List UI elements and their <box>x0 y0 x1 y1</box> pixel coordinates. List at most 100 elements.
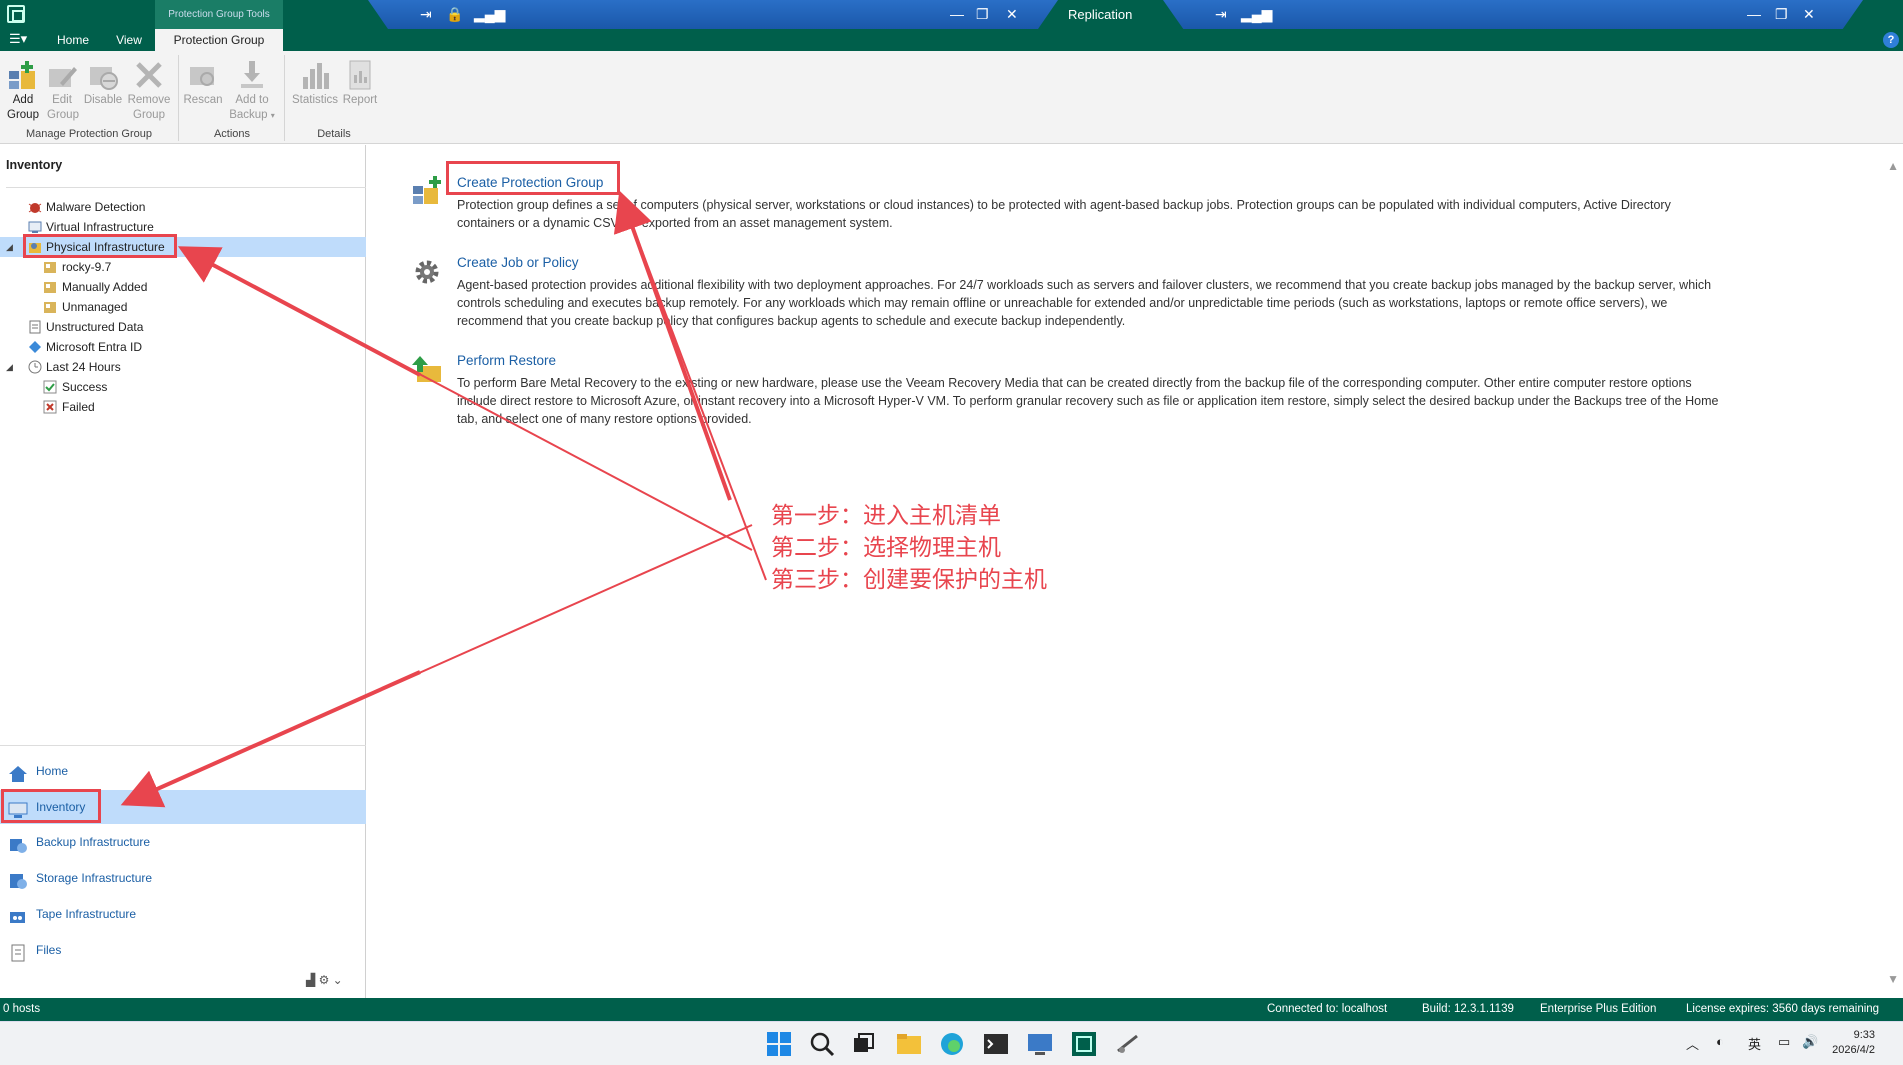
nav-home[interactable]: Home <box>0 754 366 788</box>
restore-icon[interactable]: ❐ <box>976 6 989 22</box>
gear-icon <box>411 256 443 288</box>
remote-session-bar-2: ⇥ ▂▄▆ — ❐ ✕ <box>1163 0 1863 30</box>
windows-taskbar: ︿ ◐ 英 ▭ 🔊 9:33 2026/4/2 <box>0 1021 1903 1065</box>
nav-backup-infrastructure[interactable]: Backup Infrastructure <box>0 825 366 859</box>
remote-desktop-icon[interactable] <box>1027 1031 1053 1057</box>
nav-tape-infrastructure[interactable]: Tape Infrastructure <box>0 897 366 931</box>
ribbon-group-separator <box>284 55 285 141</box>
edge-browser-icon[interactable] <box>939 1031 965 1057</box>
rescan-button[interactable]: Rescan <box>182 59 224 108</box>
start-icon[interactable] <box>766 1031 792 1057</box>
terminal-icon[interactable] <box>983 1031 1009 1057</box>
hosts-count: 0 hosts <box>3 1003 41 1015</box>
perform-restore-link[interactable]: Perform Restore <box>457 353 556 368</box>
ribbon-tab-row: ☰▾ Home View Protection Group ? <box>0 29 1903 51</box>
minimize-icon[interactable]: — <box>950 6 964 22</box>
edit-group-button[interactable]: Edit Group <box>43 59 81 123</box>
create-job-or-policy-link[interactable]: Create Job or Policy <box>457 255 579 270</box>
tree-item-success[interactable]: Success <box>0 377 366 397</box>
search-icon[interactable] <box>809 1031 835 1057</box>
tray-overflow-icon[interactable]: ︿ <box>1686 1034 1699 1053</box>
tree-item-unmanaged[interactable]: Unmanaged <box>0 297 366 317</box>
volume-icon[interactable]: 🔊 <box>1802 1034 1818 1050</box>
tree-item-failed[interactable]: Failed <box>0 397 366 417</box>
main-menu-icon[interactable]: ☰▾ <box>9 31 27 47</box>
nav-options-icon[interactable]: ▟ ⚙ ⌄ <box>306 973 343 987</box>
group-label-details: Details <box>317 128 351 140</box>
tree-item-manually-added[interactable]: Manually Added <box>0 277 366 297</box>
signal-icon: ▂▄▆ <box>474 6 506 22</box>
add-to-backup-icon <box>236 59 268 91</box>
section-create-job-or-policy: Create Job or Policy Agent-based protect… <box>367 250 1747 340</box>
remote-session-bar: ⇥ 🔒 ▂▄▆ — ❐ ✕ <box>368 0 1058 30</box>
help-icon[interactable]: ? <box>1883 32 1899 48</box>
annotation-step-2: 第二步：选择物理主机 <box>771 535 1001 561</box>
pin-icon[interactable]: ⇥ <box>1215 6 1227 22</box>
minimize-icon[interactable]: — <box>1747 6 1761 22</box>
restore-icon <box>411 354 443 386</box>
tree-item-entra-id[interactable]: Microsoft Entra ID <box>0 337 366 357</box>
veeam-app-icon[interactable] <box>7 5 25 23</box>
network-status-icon[interactable]: ◐ <box>1716 1034 1724 1049</box>
restore-icon[interactable]: ❐ <box>1775 6 1788 22</box>
group-label-manage: Manage Protection Group <box>26 128 152 140</box>
connection-status: Connected to: localhost <box>1267 1003 1388 1015</box>
tree-item-unstructured-data[interactable]: Unstructured Data <box>0 317 366 337</box>
failed-icon <box>43 400 57 414</box>
protection-group-icon <box>43 260 57 274</box>
report-icon <box>344 59 376 91</box>
veeam-taskbar-icon[interactable] <box>1071 1031 1097 1057</box>
collapse-arrow-icon[interactable]: ◢ <box>6 357 13 377</box>
section-description: Agent-based protection provides addition… <box>457 278 1712 328</box>
tree-item-rocky[interactable]: rocky-9.7 <box>0 257 366 277</box>
success-icon <box>43 380 57 394</box>
nav-files[interactable]: Files <box>0 933 366 967</box>
rescan-icon <box>187 59 219 91</box>
section-description: To perform Bare Metal Recovery to the ex… <box>457 376 1719 426</box>
close-icon[interactable]: ✕ <box>1006 6 1018 22</box>
snipping-tool-icon[interactable] <box>1115 1031 1141 1057</box>
disable-icon <box>87 59 119 91</box>
tab-protection-group[interactable]: Protection Group <box>155 29 283 51</box>
clock-date: 2026/4/2 <box>1832 1044 1875 1056</box>
collapse-arrow-icon[interactable]: ◢ <box>6 237 13 257</box>
pin-icon[interactable]: ⇥ <box>420 6 432 22</box>
task-view-icon[interactable] <box>851 1031 877 1057</box>
statistics-button[interactable]: Statistics <box>290 59 340 108</box>
backup-infrastructure-icon <box>8 833 28 853</box>
files-icon <box>8 941 28 962</box>
entra-id-icon <box>28 340 42 354</box>
remove-group-button[interactable]: Remove Group <box>127 59 171 123</box>
replication-window-title: Replication <box>1068 7 1133 22</box>
add-to-backup-button[interactable]: Add to Backup ▾ <box>226 59 278 123</box>
storage-infrastructure-icon <box>8 869 28 889</box>
tree-item-malware-detection[interactable]: Malware Detection <box>0 197 366 217</box>
statistics-icon <box>299 59 331 91</box>
add-group-button[interactable]: Add Group <box>4 59 42 123</box>
ime-indicator[interactable]: 英 <box>1748 1034 1761 1053</box>
clock-icon <box>28 360 42 374</box>
signal-icon: ▂▄▆ <box>1241 6 1273 22</box>
inventory-panel: Inventory Malware Detection Virtual Infr… <box>0 145 366 998</box>
display-icon[interactable]: ▭ <box>1778 1034 1790 1050</box>
tree-item-last-24-hours[interactable]: ◢ Last 24 Hours <box>0 357 366 377</box>
disable-button[interactable]: Disable <box>82 59 124 108</box>
tab-home[interactable]: Home <box>46 29 100 51</box>
malware-icon <box>28 200 42 214</box>
tab-view[interactable]: View <box>106 29 152 51</box>
scroll-down-icon[interactable]: ▼ <box>1887 972 1899 986</box>
file-explorer-icon[interactable] <box>896 1031 922 1057</box>
section-perform-restore: Perform Restore To perform Bare Metal Re… <box>367 348 1747 438</box>
remove-icon <box>133 59 165 91</box>
protection-group-icon <box>43 280 57 294</box>
tape-infrastructure-icon <box>8 905 28 923</box>
report-button[interactable]: Report <box>341 59 379 108</box>
system-clock[interactable]: 9:33 2026/4/2 <box>1832 1028 1875 1058</box>
scroll-up-icon[interactable]: ▲ <box>1887 159 1899 173</box>
close-icon[interactable]: ✕ <box>1803 6 1815 22</box>
context-tab-label: Protection Group Tools <box>155 0 283 29</box>
edition-info: Enterprise Plus Edition <box>1540 1003 1657 1015</box>
lock-icon[interactable]: 🔒 <box>446 6 463 22</box>
section-description: Protection group defines a set of comput… <box>457 198 1671 230</box>
nav-storage-infrastructure[interactable]: Storage Infrastructure <box>0 861 366 895</box>
